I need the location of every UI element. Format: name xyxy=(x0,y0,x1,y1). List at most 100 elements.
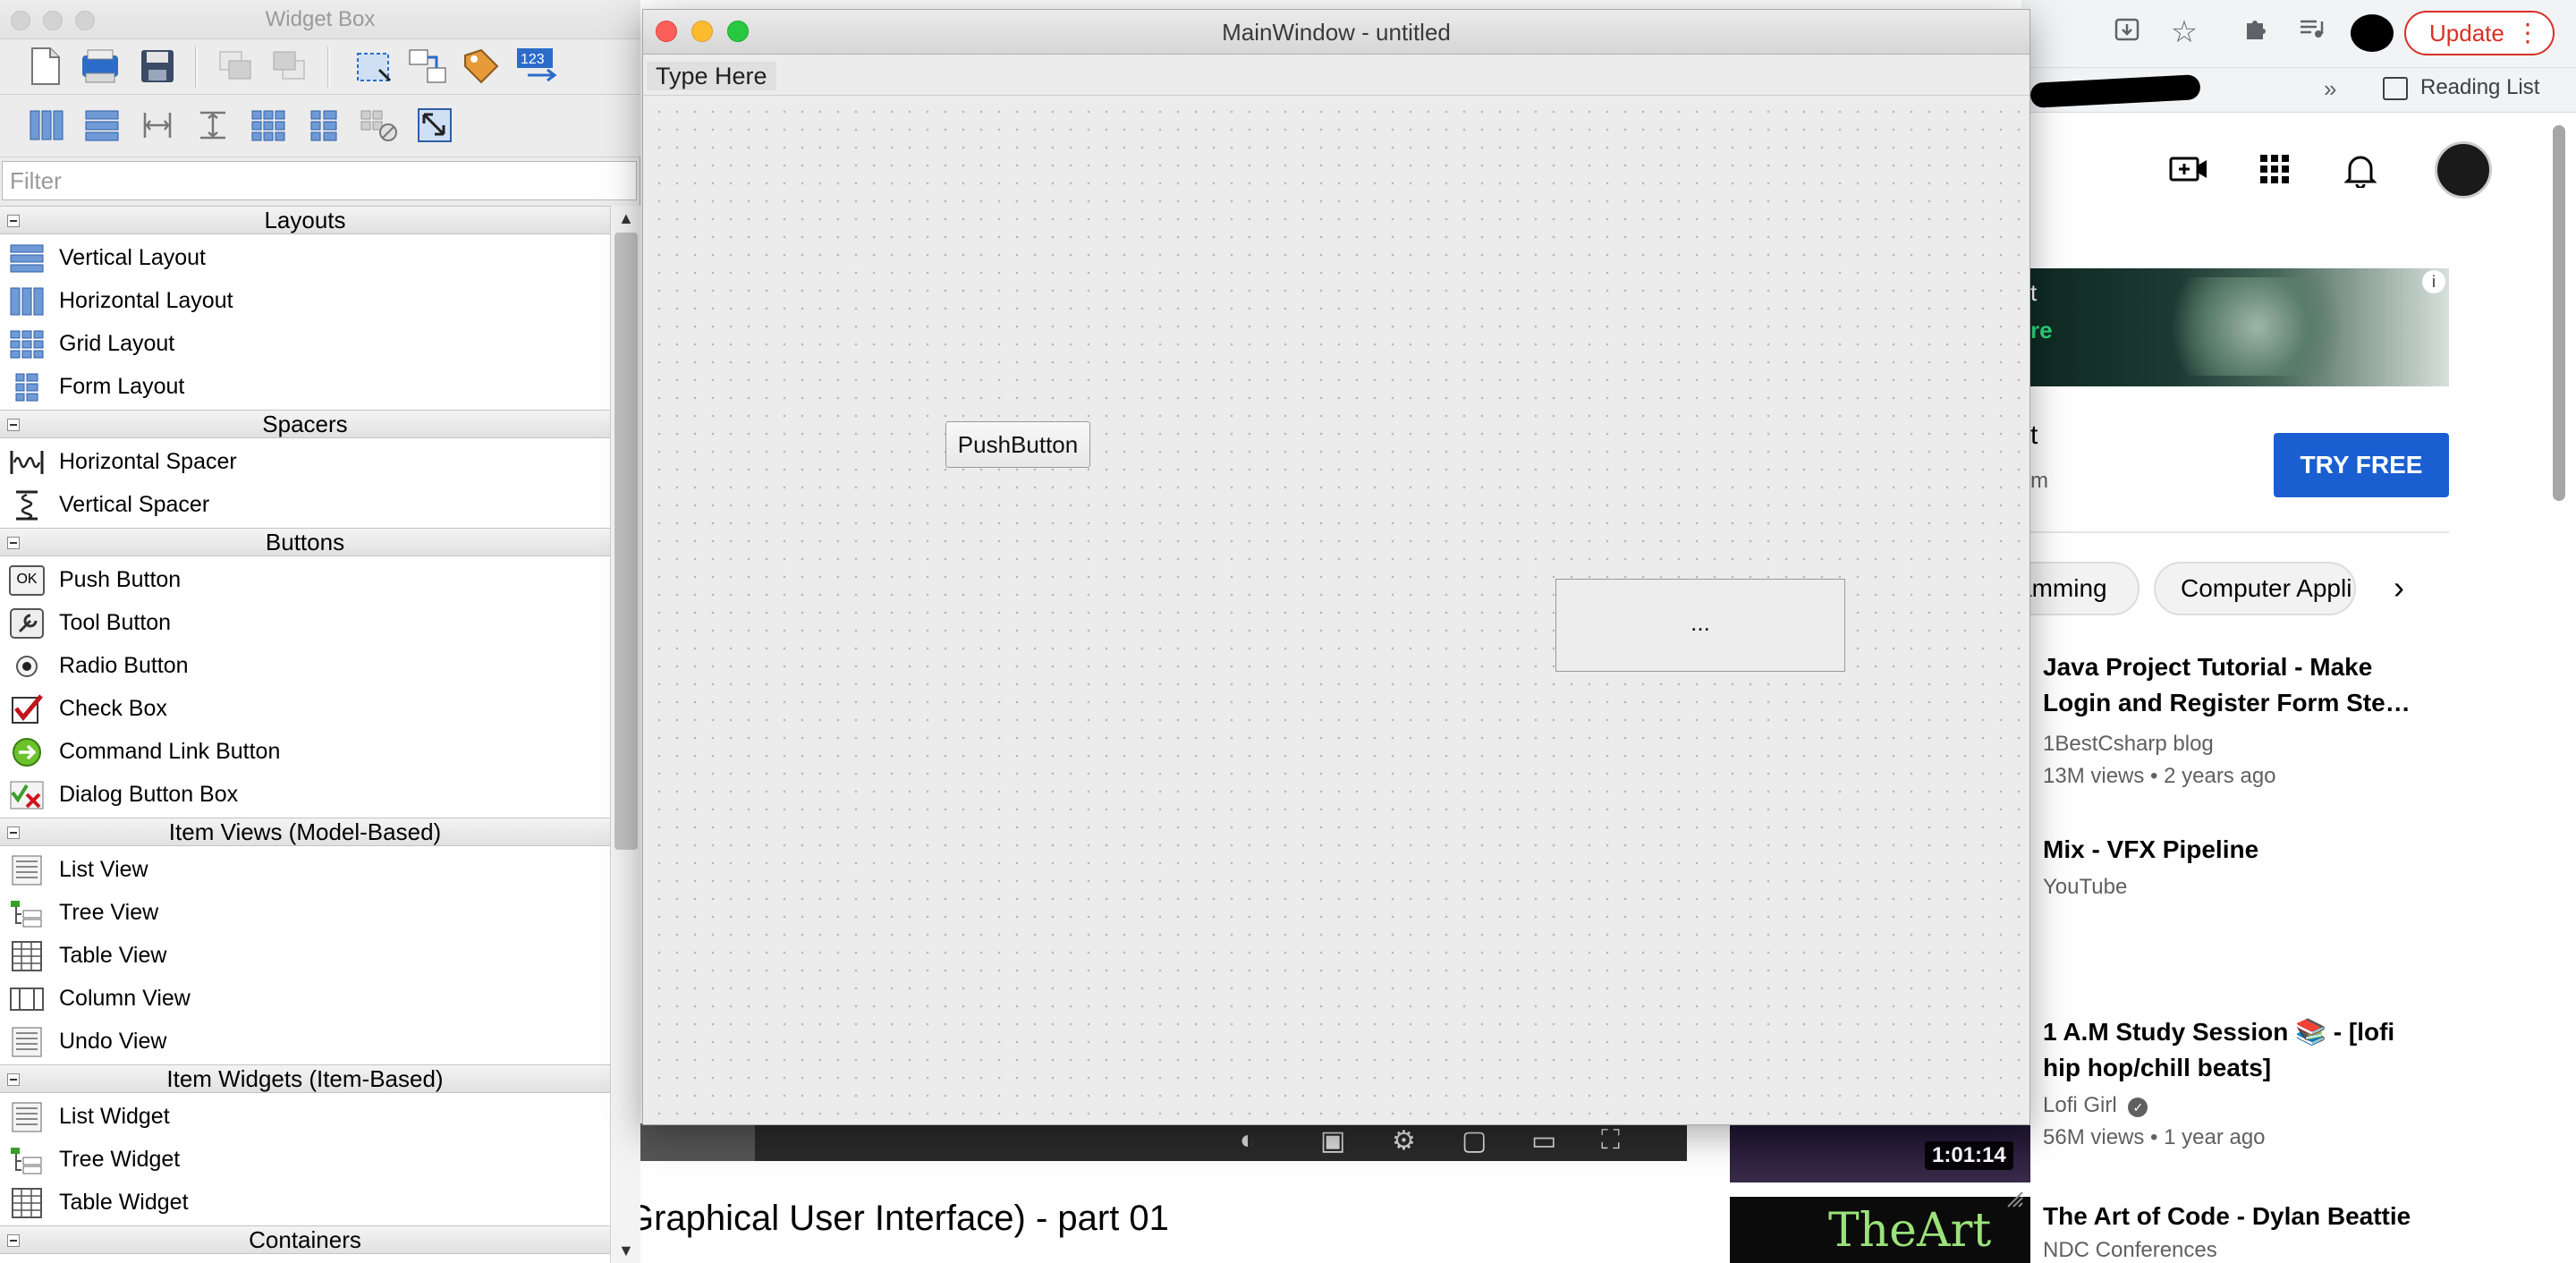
form-ellipsis-button[interactable]: ... xyxy=(1555,579,1845,672)
widget-item-radio-button[interactable]: Radio Button xyxy=(0,644,610,687)
zoom-button[interactable] xyxy=(727,21,749,42)
minimize-button[interactable] xyxy=(691,21,713,42)
scroll-up-icon[interactable]: ▲ xyxy=(618,209,634,228)
category-spacers[interactable]: Spacers xyxy=(0,410,610,438)
video-item[interactable]: The Art of Code - Dylan Beattie NDC Conf… xyxy=(2043,1199,2419,1263)
video-title[interactable]: 1 A.M Study Session 📚 - [lofi hip hop/ch… xyxy=(2043,1014,2419,1086)
widget-list-scrollbar[interactable]: ▲ ▼ xyxy=(610,206,640,1263)
widget-item-tree-view[interactable]: Tree View xyxy=(0,891,610,934)
try-free-button[interactable]: TRY FREE xyxy=(2274,433,2449,497)
bookmarks-overflow-icon[interactable]: » xyxy=(2324,75,2336,103)
more-vert-icon[interactable]: ⋮ xyxy=(2515,13,2540,54)
scrollbar-thumb[interactable] xyxy=(614,233,638,850)
send-to-back-icon[interactable] xyxy=(213,45,259,88)
save-file-icon[interactable] xyxy=(134,45,181,88)
edit-widgets-icon[interactable] xyxy=(351,45,397,88)
collapse-icon[interactable] xyxy=(7,215,20,227)
close-button[interactable] xyxy=(11,11,30,30)
minimize-button[interactable] xyxy=(43,11,63,30)
notifications-bell-icon[interactable] xyxy=(2338,152,2383,197)
category-item-views[interactable]: Item Views (Model-Based) xyxy=(0,818,610,846)
video-title[interactable]: Java Project Tutorial - Make Login and R… xyxy=(2043,649,2419,721)
widget-item-push-button[interactable]: OK Push Button xyxy=(0,558,610,601)
theater-mode-icon[interactable]: ▭ xyxy=(1531,1125,1556,1157)
profile-avatar[interactable] xyxy=(2351,14,2394,52)
form-canvas[interactable]: PushButton ... xyxy=(643,96,2029,1208)
break-layout-icon[interactable] xyxy=(356,104,402,147)
video-player-controls[interactable]: ◐ ▣ ⚙ ▢ ▭ ⛶ xyxy=(640,1123,1687,1161)
widget-item-table-view[interactable]: Table View xyxy=(0,934,610,977)
category-containers[interactable]: Containers xyxy=(0,1225,610,1254)
widget-item-tool-button[interactable]: Tool Button xyxy=(0,601,610,644)
widget-item-list-view[interactable]: List View xyxy=(0,848,610,891)
video-channel[interactable]: NDC Conferences xyxy=(2043,1238,2419,1263)
video-item[interactable]: 1 A.M Study Session 📚 - [lofi hip hop/ch… xyxy=(2043,1014,2419,1150)
widget-item-column-view[interactable]: Column View xyxy=(0,977,610,1020)
category-item-widgets[interactable]: Item Widgets (Item-Based) xyxy=(0,1064,610,1093)
widget-item-list-widget[interactable]: List Widget xyxy=(0,1095,610,1138)
collapse-icon[interactable] xyxy=(7,419,20,431)
collapse-icon[interactable] xyxy=(7,1073,20,1086)
bookmark-star-icon[interactable]: ☆ xyxy=(2165,14,2204,50)
install-app-icon[interactable] xyxy=(2107,16,2147,52)
category-buttons[interactable]: Buttons xyxy=(0,528,610,556)
video-thumbnail[interactable]: TheArt of xyxy=(1730,1197,2030,1263)
page-scrollbar[interactable] xyxy=(2553,125,2565,501)
settings-gear-icon[interactable]: ⚙ xyxy=(1392,1125,1416,1157)
fullscreen-icon[interactable]: ⛶ xyxy=(1601,1125,1620,1156)
open-file-icon[interactable] xyxy=(77,45,123,88)
lay-out-form-icon[interactable] xyxy=(301,104,347,147)
edit-buddies-icon[interactable] xyxy=(458,45,504,88)
video-item[interactable]: Mix - VFX Pipeline YouTube xyxy=(2043,832,2419,900)
bring-to-front-icon[interactable] xyxy=(267,45,313,88)
lay-out-grid-icon[interactable] xyxy=(245,104,292,147)
scroll-down-icon[interactable]: ▼ xyxy=(618,1242,634,1260)
update-button[interactable]: Update ⋮ xyxy=(2404,11,2555,55)
new-file-icon[interactable] xyxy=(21,45,68,88)
menu-type-here[interactable]: Type Here xyxy=(647,62,776,90)
lay-out-horizontal-splitter-icon[interactable] xyxy=(134,104,181,147)
youtube-account-avatar[interactable] xyxy=(2435,141,2492,199)
resize-grip-icon[interactable] xyxy=(2003,1187,2024,1208)
widget-item-horizontal-layout[interactable]: Horizontal Layout xyxy=(0,279,610,322)
video-title[interactable]: Mix - VFX Pipeline xyxy=(2043,832,2419,868)
video-title[interactable]: The Art of Code - Dylan Beattie xyxy=(2043,1199,2419,1234)
lay-out-horizontally-icon[interactable] xyxy=(23,104,70,147)
edit-signals-slots-icon[interactable] xyxy=(404,45,451,88)
video-channel[interactable]: YouTube xyxy=(2043,875,2419,900)
widget-item-vertical-spacer[interactable]: Vertical Spacer xyxy=(0,483,610,526)
autoplay-toggle-icon[interactable]: ◐ xyxy=(1240,1125,1256,1156)
collapse-icon[interactable] xyxy=(7,1234,20,1247)
lay-out-vertically-icon[interactable] xyxy=(79,104,125,147)
zoom-button[interactable] xyxy=(75,11,95,30)
widget-item-form-layout[interactable]: Form Layout xyxy=(0,365,610,408)
miniplayer-icon[interactable]: ▢ xyxy=(1462,1125,1487,1157)
channel-name[interactable]: Lofi Girl xyxy=(2043,1093,2117,1117)
filter-chip[interactable]: Computer Appli xyxy=(2154,562,2356,615)
video-channel[interactable]: 1BestCsharp blog xyxy=(2043,732,2419,757)
video-progress[interactable] xyxy=(640,1123,755,1161)
category-layouts[interactable]: Layouts xyxy=(0,206,610,234)
subtitles-icon[interactable]: ▣ xyxy=(1320,1125,1345,1157)
lay-out-vertical-splitter-icon[interactable] xyxy=(190,104,236,147)
reading-list-link[interactable]: Reading List xyxy=(2420,75,2539,100)
create-video-icon[interactable] xyxy=(2166,152,2211,197)
form-push-button[interactable]: PushButton xyxy=(945,421,1090,468)
widget-item-horizontal-spacer[interactable]: Horizontal Spacer xyxy=(0,440,610,483)
widget-item-check-box[interactable]: Check Box xyxy=(0,687,610,730)
widget-item-tree-widget[interactable]: Tree Widget xyxy=(0,1138,610,1181)
video-item[interactable]: Java Project Tutorial - Make Login and R… xyxy=(2043,649,2419,789)
adjust-size-icon[interactable] xyxy=(411,104,458,147)
apps-grid-icon[interactable] xyxy=(2252,152,2297,197)
video-channel[interactable]: Lofi Girl ✓ xyxy=(2043,1093,2419,1118)
widget-item-table-widget[interactable]: Table Widget xyxy=(0,1181,610,1224)
widget-item-command-link-button[interactable]: Command Link Button xyxy=(0,730,610,773)
edit-tab-order-icon[interactable]: 123 xyxy=(515,45,562,88)
ad-info-icon[interactable]: i xyxy=(2422,270,2445,293)
ad-banner-image[interactable] xyxy=(2030,268,2449,386)
close-button[interactable] xyxy=(656,21,677,42)
collapse-icon[interactable] xyxy=(7,537,20,549)
widget-filter-input[interactable]: Filter xyxy=(2,161,637,200)
widget-item-dialog-button-box[interactable]: Dialog Button Box xyxy=(0,773,610,816)
widget-item-vertical-layout[interactable]: Vertical Layout xyxy=(0,236,610,279)
